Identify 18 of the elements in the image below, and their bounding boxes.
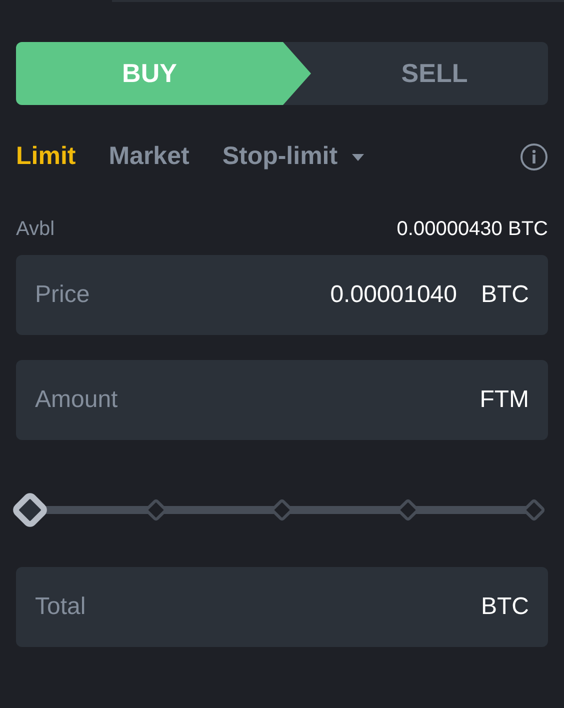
caret-icon: [352, 154, 364, 160]
field-label: Price: [35, 280, 90, 310]
amount-field[interactable]: Amount FTM: [16, 360, 548, 440]
order-type-tab[interactable]: Market: [108, 138, 190, 176]
unit-label: BTC: [481, 592, 529, 622]
field-value: 0.00001040: [330, 280, 457, 310]
total-field[interactable]: Total BTC: [16, 567, 548, 647]
placeholder-text: Amount: [35, 385, 118, 415]
order-type-tab[interactable]: Limit: [16, 138, 76, 176]
placeholder-text: Total: [35, 592, 86, 622]
unit-label: FTM: [480, 385, 529, 415]
price-field[interactable]: Price 0.00001040 BTC: [16, 255, 548, 335]
sell-tab[interactable]: SELL: [311, 42, 548, 105]
available-balance: 0.00000430 BTC: [396, 217, 548, 242]
unit-label: BTC: [481, 280, 529, 310]
order-type-tab[interactable]: Stop-limit: [222, 138, 364, 176]
info-icon[interactable]: [520, 143, 548, 171]
available-label: Avbl: [16, 217, 55, 242]
